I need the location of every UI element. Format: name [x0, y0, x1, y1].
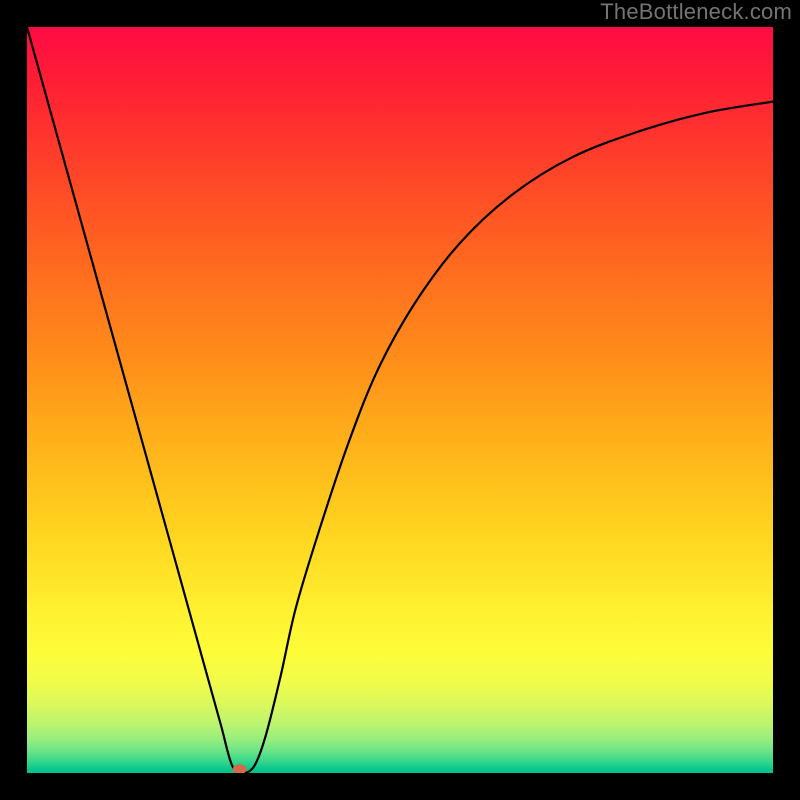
chart-frame: TheBottleneck.com [0, 0, 800, 800]
watermark-text: TheBottleneck.com [600, 1, 792, 23]
plot-area [27, 27, 773, 773]
min-marker [233, 764, 247, 773]
curve-layer [27, 27, 773, 773]
bottleneck-curve [27, 27, 773, 773]
